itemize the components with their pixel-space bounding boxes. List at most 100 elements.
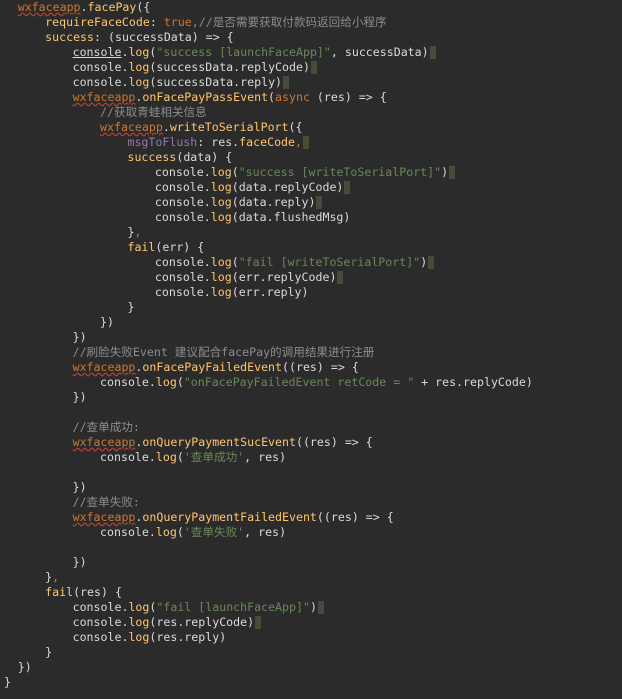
code-token: (res.reply) bbox=[149, 630, 227, 644]
code-line[interactable]: fail(res) { bbox=[45, 585, 122, 600]
code-line[interactable]: }) bbox=[73, 555, 87, 570]
bracket-match-marker bbox=[428, 256, 435, 269]
code-token: '查单失败' bbox=[183, 525, 245, 539]
code-token: console bbox=[100, 525, 149, 539]
code-token: . bbox=[203, 180, 211, 194]
code-token: //刷脸失败Event 建议配合facePay的调用结果进行注册 bbox=[72, 345, 375, 359]
code-line[interactable]: wxfaceapp.onQueryPaymentFailedEvent((res… bbox=[73, 510, 394, 525]
code-line[interactable]: wxfaceapp.onFacePayPassEvent(async (res)… bbox=[73, 90, 387, 105]
code-line[interactable]: //获取青蛙相关信息 bbox=[100, 105, 207, 120]
code-line[interactable]: }) bbox=[73, 330, 87, 345]
code-line[interactable]: console.log("fail [writeToSerialPort]") bbox=[155, 255, 435, 270]
code-token: } bbox=[4, 675, 11, 689]
code-line[interactable]: console.log("success [writeToSerialPort]… bbox=[155, 165, 456, 180]
code-line[interactable]: console.log("onFacePayFailedEvent retCod… bbox=[100, 375, 533, 390]
code-line[interactable]: console.log(res.replyCode) bbox=[73, 615, 262, 630]
code-line[interactable]: }) bbox=[18, 660, 32, 675]
code-token: console bbox=[100, 450, 149, 464]
code-line[interactable]: console.log("fail [launchFaceApp]") bbox=[73, 600, 324, 615]
code-token: ( bbox=[176, 450, 184, 464]
code-token: //获取青蛙相关信息 bbox=[100, 105, 207, 119]
code-line[interactable]: } bbox=[127, 300, 134, 315]
code-line[interactable]: requireFaceCode: true,//是否需要获取付款码返回给小程序 bbox=[45, 15, 386, 30]
code-token: . bbox=[203, 210, 211, 224]
code-line[interactable]: wxfaceapp.onQueryPaymentSucEvent((res) =… bbox=[73, 435, 373, 450]
code-token: . bbox=[162, 120, 170, 134]
bracket-match-marker bbox=[344, 181, 351, 194]
code-line[interactable]: console.log(err.replyCode) bbox=[155, 270, 344, 285]
bracket-match-marker bbox=[429, 46, 436, 59]
code-token: log bbox=[210, 270, 232, 284]
code-token: facePay bbox=[87, 0, 137, 14]
code-token: success bbox=[45, 30, 95, 44]
code-line[interactable]: console.log(err.reply) bbox=[155, 285, 309, 300]
code-token: ({ bbox=[136, 0, 151, 14]
code-line[interactable]: console.log(data.flushedMsg) bbox=[155, 210, 350, 225]
code-line[interactable]: console.log('查单失败', res) bbox=[100, 525, 286, 540]
code-line[interactable]: console.log(successData.reply) bbox=[72, 75, 290, 90]
code-token: fail bbox=[127, 240, 156, 254]
code-line[interactable]: success(data) { bbox=[127, 150, 232, 165]
code-token: : bbox=[149, 15, 164, 29]
code-token: ({ bbox=[288, 120, 303, 134]
code-line[interactable]: }) bbox=[73, 480, 87, 495]
code-token: console bbox=[72, 75, 122, 89]
code-line[interactable]: }) bbox=[73, 390, 87, 405]
code-line[interactable]: }) bbox=[100, 315, 114, 330]
code-token: (data.replyCode) bbox=[231, 180, 344, 194]
code-token: . bbox=[148, 375, 156, 389]
code-token: }) bbox=[72, 480, 87, 494]
bracket-match-marker bbox=[310, 61, 317, 74]
code-token: ( bbox=[231, 255, 239, 269]
code-line[interactable]: }, bbox=[127, 225, 141, 240]
code-line[interactable]: }, bbox=[45, 570, 59, 585]
code-token: log bbox=[210, 210, 232, 224]
code-token: , bbox=[191, 15, 199, 29]
code-token: } bbox=[127, 300, 135, 314]
code-line[interactable]: fail(err) { bbox=[127, 240, 204, 255]
code-line[interactable]: console.log(data.reply) bbox=[155, 195, 323, 210]
code-token: console bbox=[72, 615, 122, 629]
code-line[interactable]: //查单成功: bbox=[73, 420, 140, 435]
code-token: "onFacePayFailedEvent retCode = " bbox=[183, 375, 415, 389]
code-line[interactable]: console.log(res.reply) bbox=[73, 630, 227, 645]
code-token: }) bbox=[72, 330, 87, 344]
code-editor[interactable]: wxfaceapp.facePay({requireFaceCode: true… bbox=[0, 0, 622, 699]
code-line[interactable]: msgToFlush: res.faceCode, bbox=[127, 135, 309, 150]
code-line[interactable]: } bbox=[4, 675, 11, 690]
code-token: onFacePayPassEvent bbox=[142, 90, 269, 104]
code-line[interactable]: console.log(successData.replyCode) bbox=[73, 60, 317, 75]
code-line[interactable]: //刷脸失败Event 建议配合facePay的调用结果进行注册 bbox=[73, 345, 375, 360]
bracket-match-marker bbox=[317, 601, 324, 614]
code-token: . bbox=[203, 285, 211, 299]
code-token: wxfaceapp bbox=[72, 90, 136, 104]
code-line[interactable]: wxfaceapp.facePay({ bbox=[18, 0, 151, 15]
code-line[interactable]: console.log('查单成功', res) bbox=[100, 450, 286, 465]
code-token: wxfaceapp bbox=[72, 510, 136, 524]
code-token: (data.flushedMsg) bbox=[231, 210, 351, 224]
code-token: msgToFlush bbox=[127, 135, 198, 149]
code-line[interactable]: wxfaceapp.writeToSerialPort({ bbox=[100, 120, 302, 135]
code-line[interactable]: console.log("success [launchFaceApp]", s… bbox=[73, 45, 436, 60]
code-token: log bbox=[155, 525, 177, 539]
code-token: , res) bbox=[244, 450, 287, 464]
code-line[interactable]: } bbox=[45, 645, 52, 660]
code-token: console bbox=[72, 60, 122, 74]
code-token: . bbox=[148, 525, 156, 539]
code-token: console bbox=[72, 630, 122, 644]
code-line[interactable]: success: (successData) => { bbox=[45, 30, 233, 45]
code-token: (err) { bbox=[155, 240, 205, 254]
code-token: requireFaceCode bbox=[45, 15, 150, 29]
code-token: . bbox=[148, 450, 156, 464]
code-token: log bbox=[210, 165, 232, 179]
code-line[interactable]: wxfaceapp.onFacePayFailedEvent((res) => … bbox=[73, 360, 359, 375]
code-line[interactable]: //查单失败: bbox=[73, 495, 140, 510]
code-token: }) bbox=[100, 315, 114, 329]
code-token: console bbox=[72, 600, 122, 614]
code-token: log bbox=[128, 615, 150, 629]
code-token: log bbox=[128, 630, 150, 644]
code-token: (res) { bbox=[73, 585, 122, 599]
code-token: log bbox=[210, 285, 232, 299]
code-token: }) bbox=[17, 660, 32, 674]
code-line[interactable]: console.log(data.replyCode) bbox=[155, 180, 351, 195]
